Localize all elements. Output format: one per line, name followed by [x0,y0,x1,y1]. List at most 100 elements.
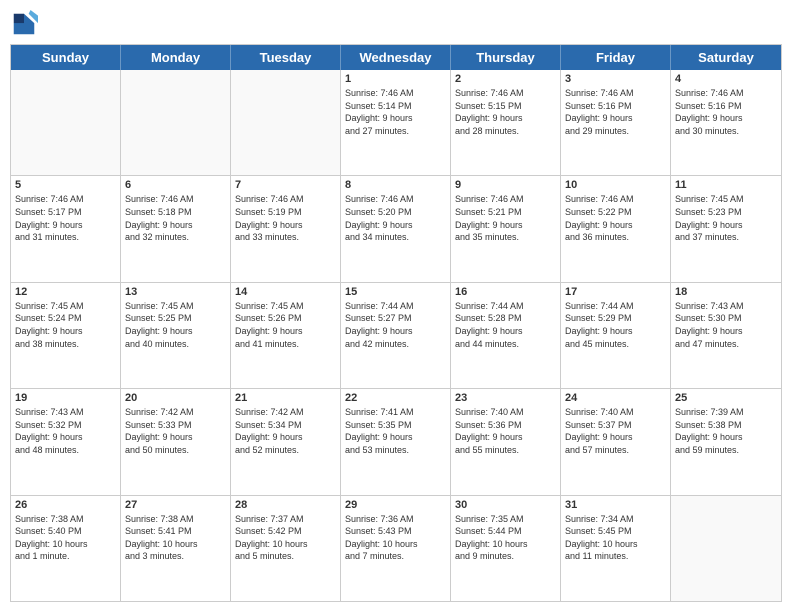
day-cell: 28 Sunrise: 7:37 AM Sunset: 5:42 PM Dayli… [231,496,341,601]
day-number: 23 [455,392,556,404]
week-row-4: 19 Sunrise: 7:43 AM Sunset: 5:32 PM Dayli… [11,388,781,494]
day-cell: 31 Sunrise: 7:34 AM Sunset: 5:45 PM Dayli… [561,496,671,601]
day-info: Sunrise: 7:44 AM Sunset: 5:28 PM Dayligh… [455,300,556,350]
day-number: 15 [345,286,446,298]
day-cell: 7 Sunrise: 7:46 AM Sunset: 5:19 PM Daylig… [231,176,341,281]
day-cell: 11 Sunrise: 7:45 AM Sunset: 5:23 PM Dayli… [671,176,781,281]
day-cell: 21 Sunrise: 7:42 AM Sunset: 5:34 PM Dayli… [231,389,341,494]
day-header-friday: Friday [561,45,671,70]
day-cell: 13 Sunrise: 7:45 AM Sunset: 5:25 PM Dayli… [121,283,231,388]
day-cell: 19 Sunrise: 7:43 AM Sunset: 5:32 PM Dayli… [11,389,121,494]
day-info: Sunrise: 7:38 AM Sunset: 5:40 PM Dayligh… [15,513,116,563]
day-info: Sunrise: 7:46 AM Sunset: 5:19 PM Dayligh… [235,193,336,243]
day-info: Sunrise: 7:44 AM Sunset: 5:27 PM Dayligh… [345,300,446,350]
day-cell [121,70,231,175]
day-info: Sunrise: 7:40 AM Sunset: 5:36 PM Dayligh… [455,406,556,456]
day-header-tuesday: Tuesday [231,45,341,70]
day-info: Sunrise: 7:38 AM Sunset: 5:41 PM Dayligh… [125,513,226,563]
day-cell: 3Sunrise: 7:46 AM Sunset: 5:16 PM Daylig… [561,70,671,175]
day-cell: 25 Sunrise: 7:39 AM Sunset: 5:38 PM Dayli… [671,389,781,494]
day-number: 12 [15,286,116,298]
day-number: 8 [345,179,446,191]
day-info: Sunrise: 7:45 AM Sunset: 5:25 PM Dayligh… [125,300,226,350]
day-info: Sunrise: 7:42 AM Sunset: 5:33 PM Dayligh… [125,406,226,456]
day-cell [11,70,121,175]
day-cell: 9Sunrise: 7:46 AM Sunset: 5:21 PM Daylig… [451,176,561,281]
day-cell: 14 Sunrise: 7:45 AM Sunset: 5:26 PM Dayli… [231,283,341,388]
day-number: 4 [675,73,777,85]
day-number: 24 [565,392,666,404]
week-row-2: 5 Sunrise: 7:46 AM Sunset: 5:17 PM Daylig… [11,175,781,281]
day-number: 7 [235,179,336,191]
day-cell: 12 Sunrise: 7:45 AM Sunset: 5:24 PM Dayli… [11,283,121,388]
day-info: Sunrise: 7:42 AM Sunset: 5:34 PM Dayligh… [235,406,336,456]
day-number: 14 [235,286,336,298]
day-info: Sunrise: 7:45 AM Sunset: 5:26 PM Dayligh… [235,300,336,350]
day-cell: 6 Sunrise: 7:46 AM Sunset: 5:18 PM Daylig… [121,176,231,281]
day-header-thursday: Thursday [451,45,561,70]
day-cell: 24 Sunrise: 7:40 AM Sunset: 5:37 PM Dayli… [561,389,671,494]
day-number: 3 [565,73,666,85]
day-cell: 17 Sunrise: 7:44 AM Sunset: 5:29 PM Dayli… [561,283,671,388]
day-number: 17 [565,286,666,298]
day-info: Sunrise: 7:46 AM Sunset: 5:17 PM Dayligh… [15,193,116,243]
day-number: 9 [455,179,556,191]
day-info: Sunrise: 7:41 AM Sunset: 5:35 PM Dayligh… [345,406,446,456]
day-cell: 20Sunrise: 7:42 AM Sunset: 5:33 PM Dayli… [121,389,231,494]
day-number: 11 [675,179,777,191]
day-cell: 16 Sunrise: 7:44 AM Sunset: 5:28 PM Dayli… [451,283,561,388]
day-info: Sunrise: 7:39 AM Sunset: 5:38 PM Dayligh… [675,406,777,456]
day-cell: 10 Sunrise: 7:46 AM Sunset: 5:22 PM Dayli… [561,176,671,281]
day-cell: 1 Sunrise: 7:46 AM Sunset: 5:14 PM Daylig… [341,70,451,175]
day-info: Sunrise: 7:45 AM Sunset: 5:23 PM Dayligh… [675,193,777,243]
day-info: Sunrise: 7:46 AM Sunset: 5:14 PM Dayligh… [345,87,446,137]
day-number: 1 [345,73,446,85]
day-cell: 23 Sunrise: 7:40 AM Sunset: 5:36 PM Dayli… [451,389,561,494]
day-number: 16 [455,286,556,298]
day-info: Sunrise: 7:46 AM Sunset: 5:20 PM Dayligh… [345,193,446,243]
day-number: 6 [125,179,226,191]
calendar: SundayMondayTuesdayWednesdayThursdayFrid… [10,44,782,602]
day-number: 22 [345,392,446,404]
header [10,10,782,38]
day-header-monday: Monday [121,45,231,70]
day-cell: 22 Sunrise: 7:41 AM Sunset: 5:35 PM Dayli… [341,389,451,494]
week-row-5: 26 Sunrise: 7:38 AM Sunset: 5:40 PM Dayli… [11,495,781,601]
day-number: 10 [565,179,666,191]
day-header-saturday: Saturday [671,45,781,70]
day-info: Sunrise: 7:34 AM Sunset: 5:45 PM Dayligh… [565,513,666,563]
day-info: Sunrise: 7:46 AM Sunset: 5:18 PM Dayligh… [125,193,226,243]
day-cell [231,70,341,175]
day-number: 26 [15,499,116,511]
day-number: 13 [125,286,226,298]
day-number: 21 [235,392,336,404]
day-number: 31 [565,499,666,511]
day-info: Sunrise: 7:45 AM Sunset: 5:24 PM Dayligh… [15,300,116,350]
day-headers: SundayMondayTuesdayWednesdayThursdayFrid… [11,45,781,70]
day-cell: 27 Sunrise: 7:38 AM Sunset: 5:41 PM Dayli… [121,496,231,601]
day-number: 5 [15,179,116,191]
day-number: 28 [235,499,336,511]
week-row-3: 12 Sunrise: 7:45 AM Sunset: 5:24 PM Dayli… [11,282,781,388]
day-number: 25 [675,392,777,404]
day-cell: 15 Sunrise: 7:44 AM Sunset: 5:27 PM Dayli… [341,283,451,388]
day-info: Sunrise: 7:43 AM Sunset: 5:32 PM Dayligh… [15,406,116,456]
day-number: 30 [455,499,556,511]
week-row-1: 1 Sunrise: 7:46 AM Sunset: 5:14 PM Daylig… [11,70,781,175]
day-cell: 26 Sunrise: 7:38 AM Sunset: 5:40 PM Dayli… [11,496,121,601]
day-cell: 4Sunrise: 7:46 AM Sunset: 5:16 PM Daylig… [671,70,781,175]
day-info: Sunrise: 7:40 AM Sunset: 5:37 PM Dayligh… [565,406,666,456]
day-cell: 5 Sunrise: 7:46 AM Sunset: 5:17 PM Daylig… [11,176,121,281]
day-header-wednesday: Wednesday [341,45,451,70]
day-info: Sunrise: 7:37 AM Sunset: 5:42 PM Dayligh… [235,513,336,563]
day-cell: 30 Sunrise: 7:35 AM Sunset: 5:44 PM Dayli… [451,496,561,601]
day-number: 2 [455,73,556,85]
day-info: Sunrise: 7:46 AM Sunset: 5:22 PM Dayligh… [565,193,666,243]
day-info: Sunrise: 7:44 AM Sunset: 5:29 PM Dayligh… [565,300,666,350]
day-info: Sunrise: 7:35 AM Sunset: 5:44 PM Dayligh… [455,513,556,563]
day-number: 27 [125,499,226,511]
day-cell: 2Sunrise: 7:46 AM Sunset: 5:15 PM Daylig… [451,70,561,175]
day-number: 19 [15,392,116,404]
day-number: 29 [345,499,446,511]
page: SundayMondayTuesdayWednesdayThursdayFrid… [0,0,792,612]
